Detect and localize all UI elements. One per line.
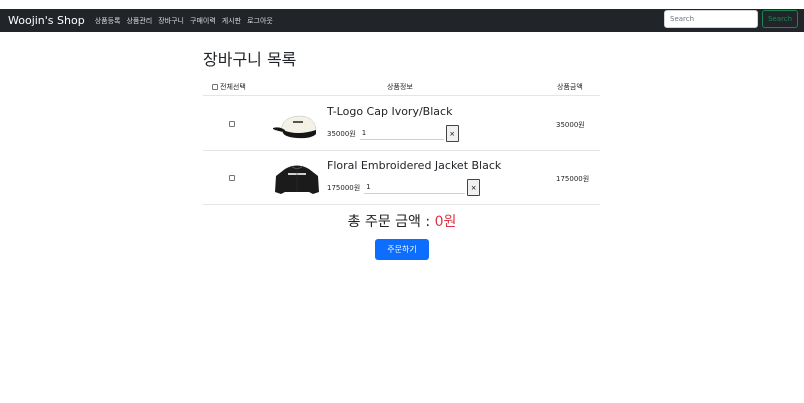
nav-link-logout[interactable]: 로그아웃: [247, 16, 273, 26]
product-name: T-Logo Cap Ivory/Black: [327, 105, 453, 118]
order-total-label: 총 주문 금액 :: [347, 214, 435, 230]
cart-row: T-Logo Cap Ivory/Black 35000원 × 35000원: [203, 96, 600, 151]
select-all-label: 전체선택: [220, 83, 246, 91]
brand-link[interactable]: Woojin's Shop: [8, 14, 85, 27]
order-total-amount: 0원: [434, 214, 457, 230]
item-checkbox[interactable]: [229, 175, 235, 181]
item-total: 175000원: [556, 175, 590, 183]
price-quantity-line: 175000원 ×: [327, 179, 481, 196]
product-name: Floral Embroidered Jacket Black: [327, 159, 502, 172]
nav-link-purchase-history[interactable]: 구매이력: [190, 16, 216, 26]
cart-row: Floral Embroidered Jacket Black 175000원 …: [203, 150, 600, 205]
delete-item-button[interactable]: ×: [445, 125, 459, 142]
cap-image: [273, 115, 317, 139]
item-checkbox[interactable]: [229, 121, 235, 127]
select-all[interactable]: 전체선택: [212, 82, 246, 92]
nav-links: 상품등록 상품관리 장바구니 구매이력 게시판 로그아웃: [95, 16, 279, 26]
search-button[interactable]: Search: [762, 10, 798, 28]
nav-link-product-register[interactable]: 상품등록: [95, 16, 121, 26]
product-info-header: 상품정보: [387, 83, 413, 91]
navbar: Woojin's Shop 상품등록 상품관리 장바구니 구매이력 게시판 로그…: [0, 9, 804, 32]
product-price: 35000원: [327, 129, 356, 138]
page-title: 장바구니 목록: [203, 50, 297, 69]
nav-link-board[interactable]: 게시판: [222, 16, 241, 26]
product-price-header: 상품금액: [557, 83, 583, 91]
delete-item-button[interactable]: ×: [467, 179, 481, 196]
item-total: 35000원: [556, 121, 585, 129]
search-input[interactable]: [664, 10, 758, 28]
order-button[interactable]: 주문하기: [375, 239, 429, 260]
order-total: 총 주문 금액 : 0원: [0, 211, 804, 231]
jacket-image: [275, 165, 319, 194]
cart-table-header: 전체선택 상품정보 상품금액: [203, 80, 600, 96]
nav-link-cart[interactable]: 장바구니: [158, 16, 184, 26]
product-price: 175000원: [327, 183, 361, 192]
quantity-input[interactable]: [359, 127, 444, 140]
nav-link-product-manage[interactable]: 상품관리: [126, 16, 152, 26]
select-all-checkbox[interactable]: [212, 84, 218, 90]
quantity-input[interactable]: [364, 181, 466, 194]
price-quantity-line: 35000원 ×: [327, 125, 459, 142]
